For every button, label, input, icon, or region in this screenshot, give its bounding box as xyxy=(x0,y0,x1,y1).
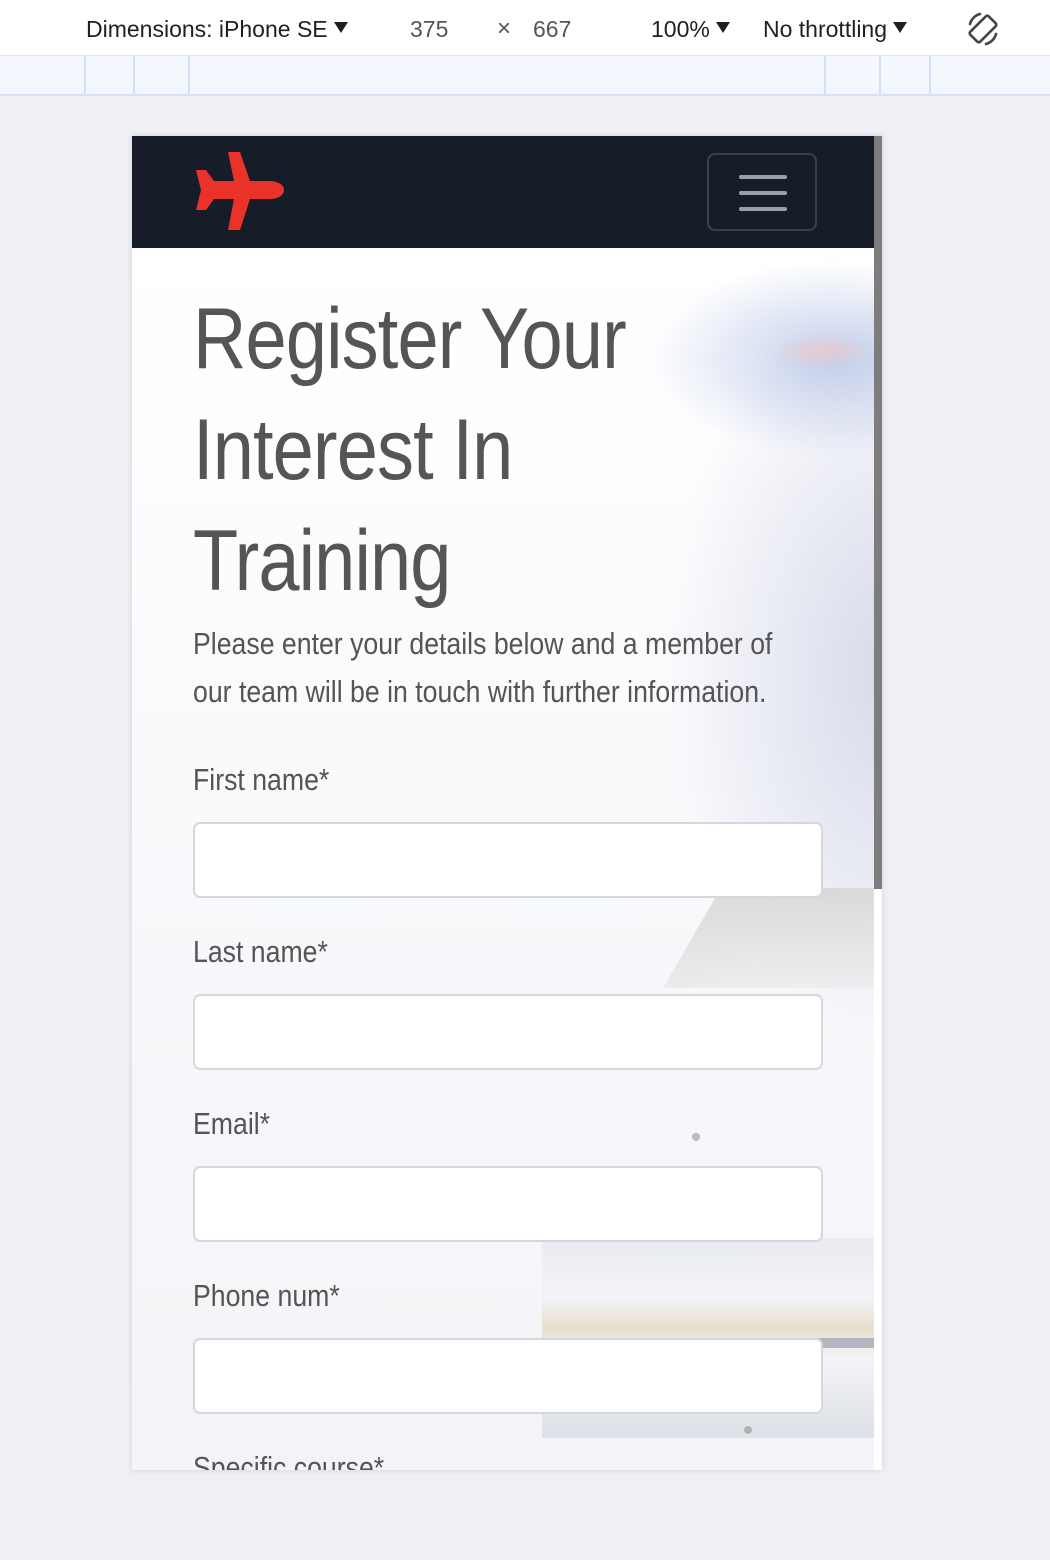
hamburger-menu-icon xyxy=(739,191,787,195)
device-toolbar: Dimensions: iPhone SE 375 × 667 100% No … xyxy=(0,0,1050,56)
page-title-line: Interest In xyxy=(193,402,513,498)
first-name-label: First name* xyxy=(193,762,330,797)
throttling-label: No throttling xyxy=(763,16,888,42)
hamburger-menu-icon xyxy=(739,175,787,179)
hamburger-menu-button[interactable] xyxy=(707,153,817,231)
ruler-breakpoint[interactable] xyxy=(133,56,135,94)
media-query-ruler xyxy=(0,56,1050,96)
page-subtitle-line: our team will be in touch with further i… xyxy=(193,674,767,709)
phone-field[interactable] xyxy=(193,1338,823,1414)
airplane-icon[interactable] xyxy=(192,150,286,234)
email-field[interactable] xyxy=(193,1166,823,1242)
caret-down-icon xyxy=(715,22,730,33)
width-input[interactable]: 375 xyxy=(410,14,448,44)
ruler-breakpoint[interactable] xyxy=(879,56,881,94)
navbar xyxy=(132,136,874,248)
page-title-line: Training xyxy=(193,513,451,609)
page-title-line: Register Your xyxy=(193,291,627,387)
background-airplane-wing xyxy=(663,888,874,988)
rotate-device-icon[interactable] xyxy=(964,10,1002,48)
last-name-label: Last name* xyxy=(193,934,328,969)
hamburger-menu-icon xyxy=(739,207,787,211)
caret-down-icon xyxy=(893,22,908,33)
page-subtitle: Please enter your details below and a me… xyxy=(193,620,829,716)
height-input[interactable]: 667 xyxy=(533,14,571,44)
zoom-label: 100% xyxy=(651,16,710,42)
hero-section: Register Your Interest In Training Pleas… xyxy=(132,248,874,1470)
ruler-breakpoint[interactable] xyxy=(84,56,86,94)
times-separator: × xyxy=(497,15,512,42)
email-label: Email* xyxy=(193,1106,271,1141)
background-rivet xyxy=(744,1426,752,1434)
first-name-field[interactable] xyxy=(193,822,823,898)
device-dimensions-dropdown[interactable]: Dimensions: iPhone SE xyxy=(86,14,348,44)
last-name-field[interactable] xyxy=(193,994,823,1070)
viewport-scrollbar[interactable] xyxy=(874,136,882,889)
device-viewport: Register Your Interest In Training Pleas… xyxy=(132,136,882,1470)
throttling-dropdown[interactable]: No throttling xyxy=(763,14,908,44)
device-dimensions-label: Dimensions: iPhone SE xyxy=(86,16,328,42)
ruler-breakpoint[interactable] xyxy=(824,56,826,94)
caret-down-icon xyxy=(333,22,348,33)
ruler-breakpoint[interactable] xyxy=(929,56,931,94)
ruler-breakpoint[interactable] xyxy=(188,56,190,94)
specific-course-label: Specific course* xyxy=(193,1450,385,1470)
background-rivet xyxy=(692,1133,700,1141)
page-subtitle-line: Please enter your details below and a me… xyxy=(193,626,773,661)
zoom-dropdown[interactable]: 100% xyxy=(651,14,730,44)
phone-label: Phone num* xyxy=(193,1278,340,1313)
page-title: Register Your Interest In Training xyxy=(193,284,812,617)
